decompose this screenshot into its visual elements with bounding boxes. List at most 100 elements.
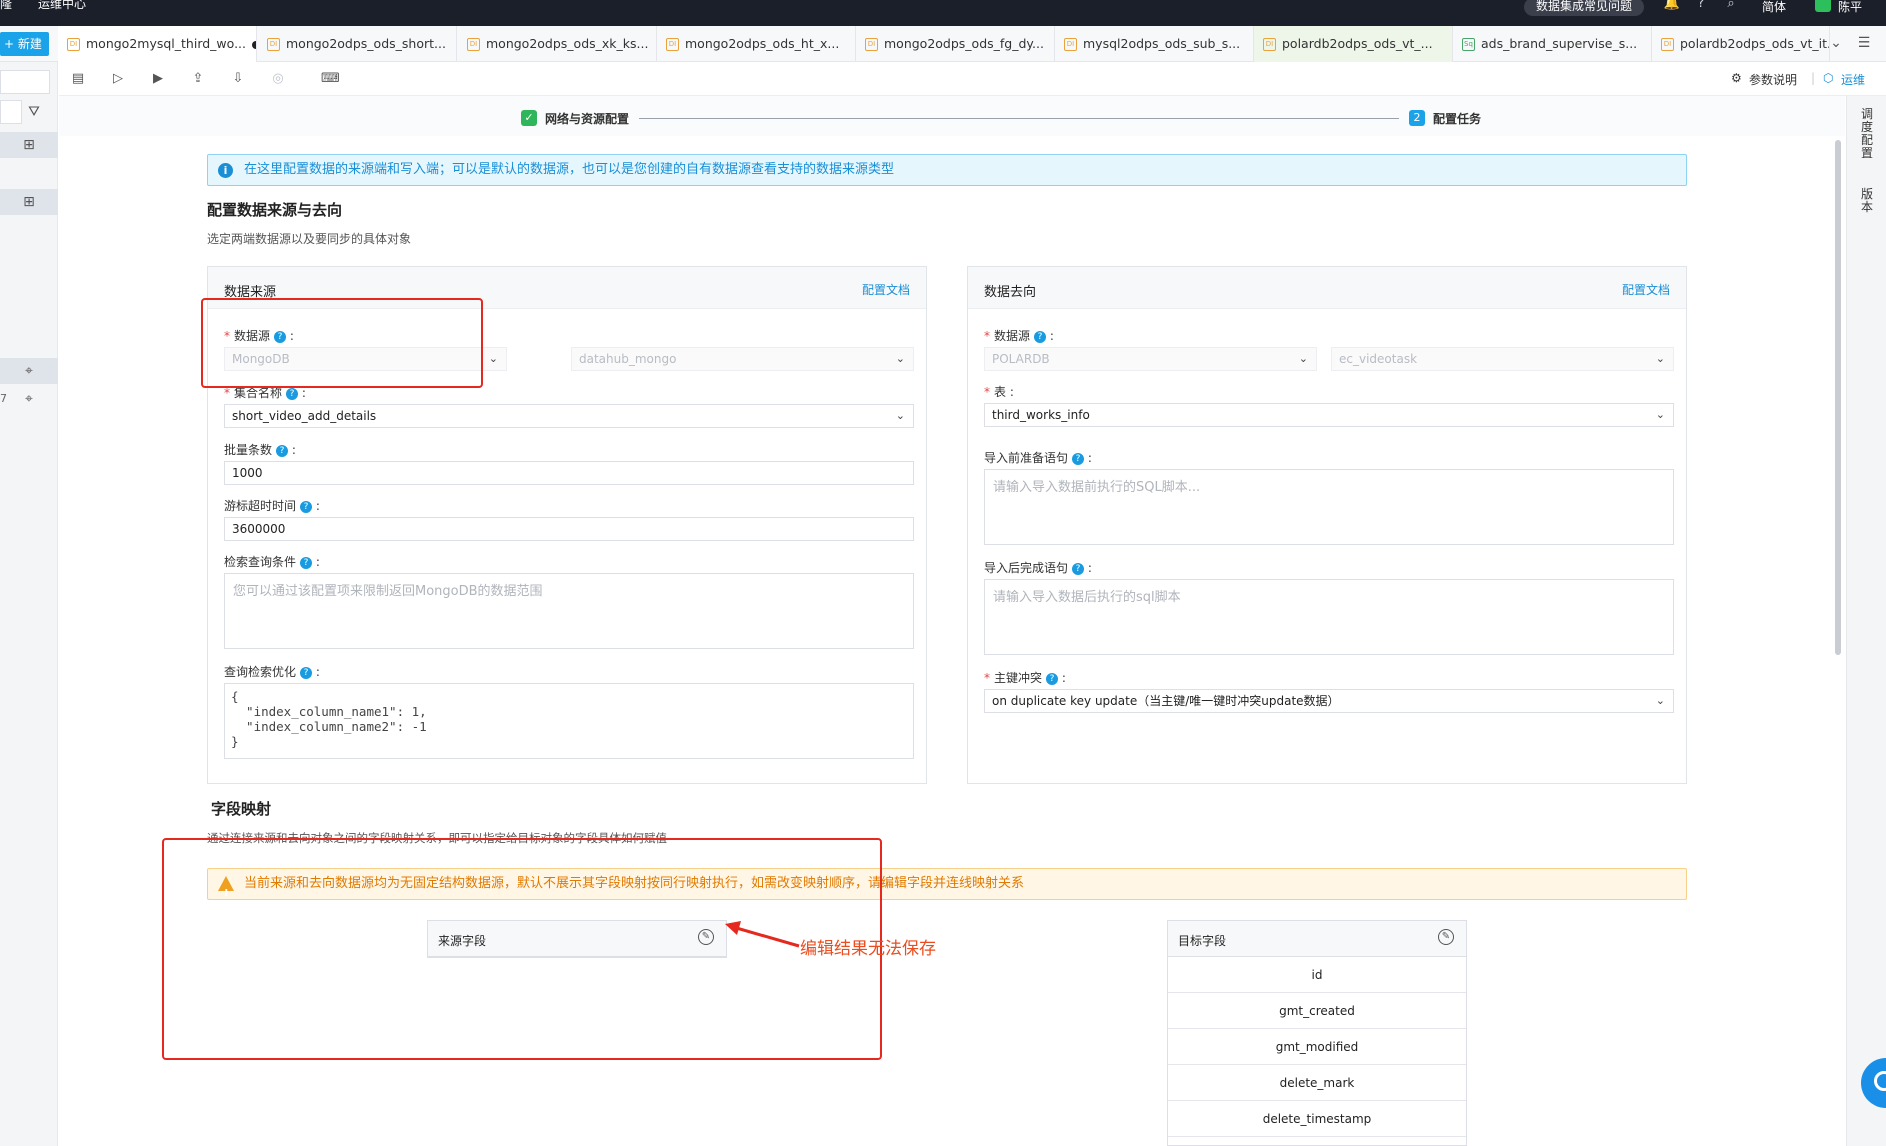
annotation-box-mapping	[162, 838, 882, 1060]
params-button[interactable]: 参数说明	[1749, 71, 1797, 88]
tab-item[interactable]: DI mysql2odps_ods_sub_s...	[1055, 26, 1254, 62]
step-1-label[interactable]: 网络与资源配置	[545, 110, 629, 127]
rail-search-input[interactable]	[0, 70, 50, 94]
params-icon[interactable]: ⚙	[1731, 71, 1742, 85]
tab-label: mongo2odps_ods_xk_ks...	[486, 36, 649, 51]
nav-item-ops-center[interactable]: 运维中心	[38, 0, 86, 24]
di-icon: DI	[267, 38, 280, 51]
target-panel-header: 数据去向 配置文档	[968, 267, 1686, 309]
chevron-down-icon: ⌄	[1655, 352, 1665, 365]
left-rail: ⛛ ⊞ ⊞ ⌖ ⌖ 7	[0, 62, 58, 1146]
target-field-row[interactable]: delete_mark	[1168, 1065, 1466, 1101]
annotation-text: 编辑结果无法保存	[800, 939, 936, 959]
di-icon: DI	[67, 38, 80, 51]
target-field-row[interactable]: id	[1168, 957, 1466, 993]
ops-button[interactable]: 运维	[1841, 71, 1865, 88]
scrollbar[interactable]	[1835, 140, 1841, 655]
stop-icon[interactable]: ◎	[269, 70, 287, 88]
hint-label: 查询检索优化? :	[224, 665, 320, 679]
tab-item[interactable]: DI mongo2odps_ods_xk_ks...	[458, 26, 657, 62]
batch-input[interactable]: 1000	[224, 461, 914, 485]
source-doc-link[interactable]: 配置文档	[862, 281, 910, 298]
target-datasource-type-select[interactable]: POLARDB ⌄	[984, 347, 1317, 371]
post-sql-textarea[interactable]: 请输入导入数据后执行的sql脚本	[984, 579, 1674, 655]
check-icon: ✓	[521, 110, 537, 126]
step-2-label[interactable]: 配置任务	[1433, 110, 1481, 127]
target-field-row[interactable]: delete_timestamp	[1168, 1101, 1466, 1137]
target-panel: 数据去向 配置文档 * 数据源? : POLARDB ⌄ ec_videotask ⌄…	[967, 266, 1687, 784]
chevron-down-icon: ⌄	[1655, 408, 1665, 421]
notification-icon[interactable]: 🔔	[1663, 0, 1681, 14]
filter-icon[interactable]: ⛛	[10, 99, 58, 125]
avatar[interactable]	[1815, 0, 1831, 12]
target-field-row-partial	[1168, 1137, 1466, 1145]
target-datasource-name-select[interactable]: ec_videotask ⌄	[1331, 347, 1674, 371]
question-icon: ?	[276, 444, 289, 457]
search-icon[interactable]: ⌕	[1722, 0, 1740, 14]
tab-label: mongo2odps_ods_ht_x...	[685, 36, 840, 51]
run-with-params-icon[interactable]: ▶	[149, 70, 167, 88]
tab-item[interactable]: DI mongo2odps_ods_fg_dy...	[856, 26, 1055, 62]
run-icon[interactable]: ▷	[109, 70, 127, 88]
question-icon: ?	[286, 387, 299, 400]
schedule-config-tab[interactable]: 调度配置	[1861, 108, 1875, 160]
di-icon: DI	[666, 38, 679, 51]
target-field-row[interactable]: gmt_modified	[1168, 1029, 1466, 1065]
tab-bar: + 新建 DI mongo2mysql_third_wo... DI mongo2o…	[0, 26, 1886, 62]
target-fields-box: 目标字段 ✎ id gmt_created gmt_modified delet…	[1167, 920, 1467, 1146]
tab-item[interactable]: DI polardb2odps_ods_vt_it...	[1652, 26, 1830, 62]
user-name[interactable]: 陈平	[1838, 0, 1862, 15]
new-button[interactable]: + 新建	[0, 32, 49, 56]
target-title: 数据去向	[984, 285, 1037, 300]
menu-icon[interactable]: ☰	[1854, 33, 1874, 53]
unsaved-dot-icon	[252, 40, 256, 49]
submit-icon[interactable]: ⇪	[189, 70, 207, 88]
nav-item-partial[interactable]: 隆	[0, 0, 12, 24]
pre-sql-textarea[interactable]: 请输入导入数据前执行的SQL脚本...	[984, 469, 1674, 545]
target-doc-link[interactable]: 配置文档	[1622, 281, 1670, 298]
target-datasource-label: * 数据源? :	[984, 329, 1054, 343]
ops-icon[interactable]: ⬡	[1823, 71, 1833, 85]
edit-icon[interactable]: ✎	[1438, 929, 1454, 945]
question-icon: ?	[1072, 452, 1085, 465]
tab-item[interactable]: DI mongo2odps_ods_ht_x...	[657, 26, 856, 62]
tab-item[interactable]: DI mongo2mysql_third_wo...	[58, 26, 257, 62]
publish-icon[interactable]: ⇩	[229, 70, 247, 88]
help-icon[interactable]: ?	[1692, 0, 1710, 14]
tab-label: ads_brand_supervise_s...	[1481, 36, 1638, 51]
collection-select[interactable]: short_video_add_details ⌄	[224, 404, 914, 428]
grid-icon[interactable]: ⊞	[0, 189, 58, 215]
stepper: ✓ 网络与资源配置 2 配置任务	[59, 96, 1845, 136]
tab-item[interactable]: Sq ads_brand_supervise_s...	[1453, 26, 1652, 62]
tab-label: polardb2odps_ods_vt_...	[1282, 36, 1433, 51]
di-icon: DI	[1064, 38, 1077, 51]
table-label: * 表 :	[984, 385, 1014, 399]
version-tab[interactable]: 版本	[1861, 188, 1875, 214]
query-textarea[interactable]: 您可以通过该配置项来限制返回MongoDB的数据范围	[224, 573, 914, 649]
grid-icon[interactable]: ⊞	[0, 132, 58, 158]
config-title: 配置数据来源与去向	[207, 201, 343, 219]
locate-icon[interactable]: ⌖	[0, 386, 58, 412]
tab-item[interactable]: DI mongo2odps_ods_short...	[258, 26, 457, 62]
tab-label: mongo2odps_ods_fg_dy...	[884, 36, 1044, 51]
tab-list-dropdown-icon[interactable]: ⌄	[1826, 33, 1846, 53]
source-datasource-name-select[interactable]: datahub_mongo ⌄	[571, 347, 914, 371]
locate-icon[interactable]: ⌖	[0, 358, 58, 384]
divider: |	[1811, 71, 1816, 85]
table-select[interactable]: third_works_info ⌄	[984, 403, 1674, 427]
rail-partial-text: 7	[0, 392, 7, 405]
target-field-row[interactable]: gmt_created	[1168, 993, 1466, 1029]
cursor-timeout-label: 游标超时时间? :	[224, 499, 320, 513]
di-icon: DI	[865, 38, 878, 51]
di-icon: DI	[1661, 38, 1674, 51]
hint-code-editor[interactable]: { "index_column_name1": 1, "index_column…	[224, 683, 914, 759]
conflict-select[interactable]: on duplicate key update（当主键/唯一键时冲突update…	[984, 689, 1674, 713]
tab-item[interactable]: DI polardb2odps_ods_vt_...	[1254, 26, 1453, 62]
save-icon[interactable]: ▤	[69, 70, 87, 88]
script-mode-icon[interactable]: ⌨	[321, 70, 340, 88]
faq-button[interactable]: 数据集成常见问题	[1524, 0, 1645, 16]
chevron-down-icon: ⌄	[895, 409, 905, 422]
cursor-timeout-input[interactable]: 3600000	[224, 517, 914, 541]
di-icon: DI	[467, 38, 480, 51]
language-switch[interactable]: 简体	[1762, 0, 1786, 15]
